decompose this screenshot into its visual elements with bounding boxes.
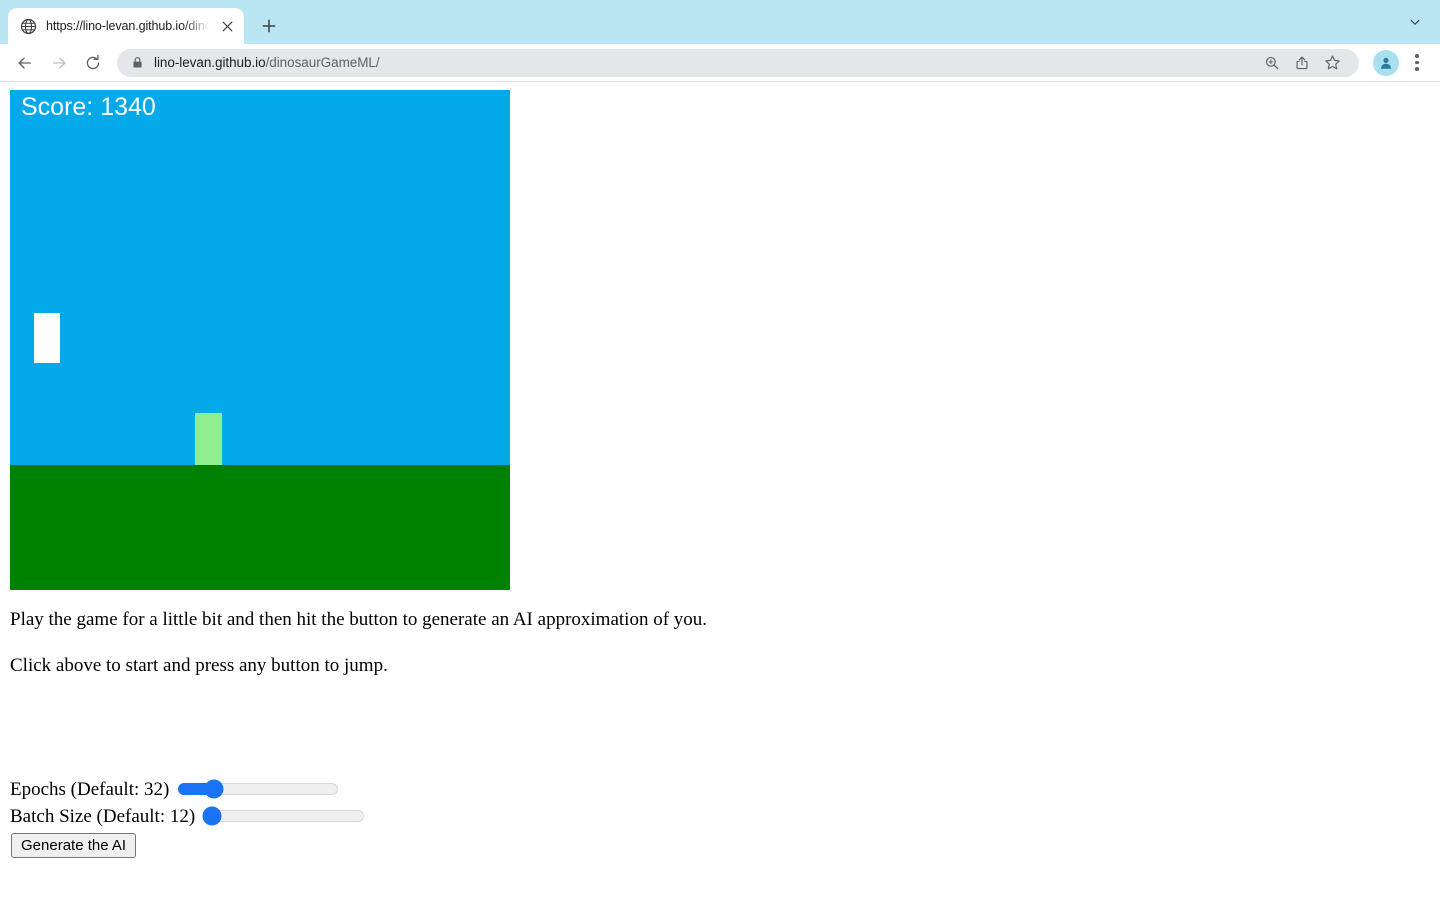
url-path: /dinosaurGameML/ bbox=[265, 55, 380, 70]
browser-window: https://lino-levan.github.io/dino lino-l… bbox=[0, 0, 1440, 900]
new-tab-button[interactable] bbox=[254, 11, 284, 41]
globe-icon bbox=[20, 18, 37, 35]
url-text: lino-levan.github.io/dinosaurGameML/ bbox=[154, 55, 380, 70]
three-dot-menu-icon[interactable] bbox=[1404, 50, 1430, 76]
batch-size-slider[interactable] bbox=[202, 806, 365, 826]
epochs-label: Epochs (Default: 32) bbox=[10, 778, 170, 800]
lock-icon bbox=[131, 56, 144, 69]
url-domain: lino-levan.github.io bbox=[154, 55, 266, 70]
obstacle-sprite bbox=[195, 413, 222, 465]
instruction-paragraph-2: Click above to start and press any butto… bbox=[10, 655, 388, 676]
reload-icon[interactable] bbox=[76, 46, 110, 80]
share-icon[interactable] bbox=[1287, 48, 1317, 78]
player-sprite bbox=[34, 313, 60, 363]
tab-title: https://lino-levan.github.io/dino bbox=[46, 19, 209, 33]
epochs-control-row: Epochs (Default: 32) bbox=[10, 778, 339, 800]
instruction-paragraph-1: Play the game for a little bit and then … bbox=[10, 609, 708, 630]
batch-size-label: Batch Size (Default: 12) bbox=[10, 805, 196, 827]
browser-toolbar: lino-levan.github.io/dinosaurGameML/ bbox=[0, 44, 1440, 82]
close-icon[interactable] bbox=[218, 17, 236, 35]
game-canvas[interactable]: Score: 1340 bbox=[10, 90, 510, 590]
page-content: Score: 1340 Play the game for a little b… bbox=[0, 82, 1440, 900]
ground-background bbox=[10, 465, 510, 590]
forward-arrow-icon[interactable] bbox=[42, 46, 76, 80]
tab-strip: https://lino-levan.github.io/dino bbox=[0, 0, 1440, 44]
epochs-slider[interactable] bbox=[178, 779, 339, 799]
chevron-down-icon[interactable] bbox=[1402, 9, 1428, 35]
address-bar[interactable]: lino-levan.github.io/dinosaurGameML/ bbox=[117, 48, 1359, 78]
batch-size-control-row: Batch Size (Default: 12) bbox=[10, 805, 365, 827]
avatar[interactable] bbox=[1373, 49, 1399, 76]
batch-size-slider-thumb[interactable] bbox=[202, 806, 222, 826]
zoom-in-icon[interactable] bbox=[1257, 48, 1287, 78]
score-display: Score: 1340 bbox=[21, 93, 156, 121]
browser-tab[interactable]: https://lino-levan.github.io/dino bbox=[8, 8, 244, 44]
epochs-slider-thumb[interactable] bbox=[204, 779, 224, 799]
sky-background bbox=[10, 90, 510, 465]
omnibox-actions bbox=[1257, 48, 1349, 78]
star-icon[interactable] bbox=[1317, 48, 1347, 78]
batch-size-slider-track bbox=[204, 810, 365, 822]
back-arrow-icon[interactable] bbox=[8, 46, 42, 80]
generate-ai-button[interactable]: Generate the AI bbox=[11, 833, 137, 858]
